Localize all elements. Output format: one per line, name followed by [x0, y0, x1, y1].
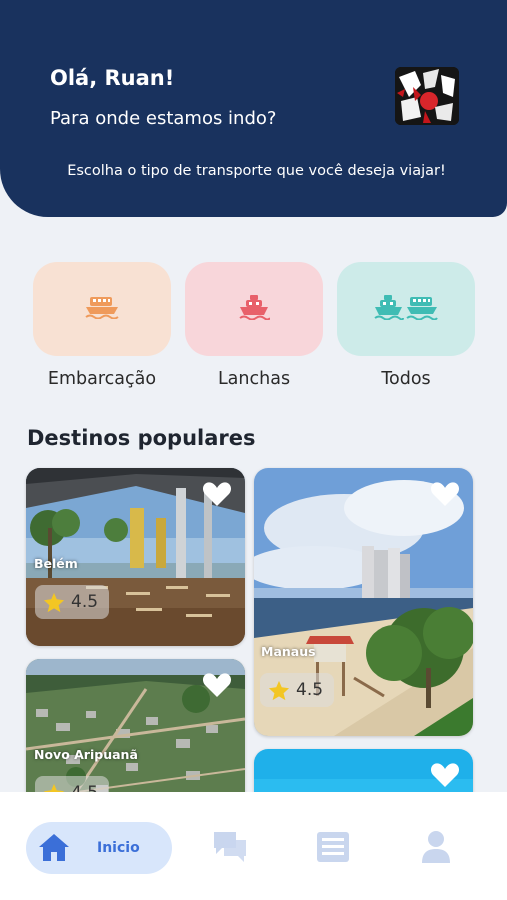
- favorite-heart-icon[interactable]: [430, 481, 460, 507]
- list-icon[interactable]: [315, 830, 351, 864]
- destination-card-manaus[interactable]: Manaus 4.5: [254, 468, 473, 736]
- profile-icon[interactable]: [421, 830, 451, 864]
- rating-badge: 4.5: [260, 673, 334, 707]
- destination-name: Novo Aripuanã: [34, 747, 138, 762]
- favorite-heart-icon[interactable]: [202, 481, 232, 507]
- header: Olá, Ruan! Para onde estamos indo? Escol…: [0, 0, 507, 217]
- transport-instruction: Escolha o tipo de transporte que você de…: [67, 163, 446, 179]
- rating-badge: 4.5: [35, 585, 109, 619]
- destination-card-belem[interactable]: Belém 4.5: [26, 468, 245, 646]
- nav-home-label: Inicio: [97, 840, 140, 856]
- category-label-lanchas: Lanchas: [217, 369, 291, 389]
- subtitle: Para onde estamos indo?: [50, 108, 277, 129]
- destination-name: Belém: [34, 556, 78, 571]
- ferry-icon: [84, 295, 120, 323]
- category-label-embarcacao: Embarcação: [47, 369, 157, 389]
- category-todos[interactable]: [337, 262, 475, 356]
- star-icon: [268, 680, 290, 700]
- speedboat-icon: [238, 294, 271, 324]
- favorite-heart-icon[interactable]: [430, 762, 460, 788]
- category-label-todos: Todos: [381, 369, 431, 389]
- category-embarcacao[interactable]: [33, 262, 171, 356]
- bottom-navigation: Inicio: [0, 792, 507, 900]
- greeting: Olá, Ruan!: [50, 66, 175, 90]
- home-icon: [39, 834, 69, 861]
- rating-value: 4.5: [71, 592, 99, 612]
- nav-home-button[interactable]: Inicio: [26, 822, 172, 874]
- favorite-heart-icon[interactable]: [202, 672, 232, 698]
- rating-value: 4.5: [296, 680, 324, 700]
- category-lanchas[interactable]: [185, 262, 323, 356]
- star-icon: [43, 592, 65, 612]
- chat-icon[interactable]: [212, 830, 248, 862]
- destination-name: Manaus: [261, 644, 316, 659]
- popular-destinations-title: Destinos populares: [27, 426, 256, 450]
- all-boats-icon: [374, 294, 438, 324]
- avatar[interactable]: [395, 67, 459, 125]
